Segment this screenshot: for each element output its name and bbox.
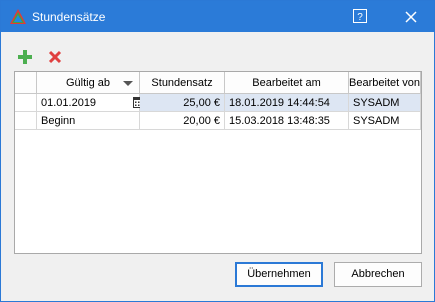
column-header-label: Bearbeitet von xyxy=(349,77,420,89)
rates-grid: Gültig ab Stundensatz Bearbeitet am Bear… xyxy=(14,71,422,254)
row-indicator[interactable] xyxy=(15,94,37,112)
table-row[interactable]: Beginn 20,00 € 15.03.2018 13:48:35 SYSAD… xyxy=(15,112,421,130)
close-icon[interactable] xyxy=(402,8,420,26)
cell-bearbeitet-von[interactable]: SYSADM xyxy=(349,112,421,130)
column-header-label: Gültig ab xyxy=(65,77,111,89)
dialog-window: Stundensätze ? Gültig ab Stundensatz Bea… xyxy=(0,0,435,302)
plus-icon[interactable] xyxy=(17,49,33,65)
help-label: ? xyxy=(357,12,363,23)
column-header-bearbeitet-am[interactable]: Bearbeitet am xyxy=(225,72,349,94)
column-header-gueltig-ab[interactable]: Gültig ab xyxy=(37,72,140,94)
column-header-label: Bearbeitet am xyxy=(252,77,321,89)
apply-button[interactable]: Übernehmen xyxy=(235,262,323,287)
cell-stundensatz[interactable]: 20,00 € xyxy=(140,112,225,130)
window-title: Stundensätze xyxy=(32,10,106,24)
cell-gueltig-ab: 01.01.2019 xyxy=(41,97,97,109)
cell-bearbeitet-am[interactable]: 15.03.2018 13:48:35 xyxy=(225,112,349,130)
column-header-bearbeitet-von[interactable]: Bearbeitet von xyxy=(349,72,421,94)
date-input[interactable]: 01.01.2019 xyxy=(37,94,144,112)
row-indicator[interactable] xyxy=(15,112,37,130)
cell-bearbeitet-am[interactable]: 18.01.2019 14:44:54 xyxy=(225,94,349,112)
cell-gueltig-ab[interactable]: Beginn xyxy=(37,112,140,130)
column-header-stundensatz[interactable]: Stundensatz xyxy=(140,72,225,94)
cell-stundensatz[interactable]: 25,00 € xyxy=(140,94,225,112)
row-indicator-header xyxy=(15,72,37,94)
table-row[interactable]: 01.01.2019 25,00 € 18.01.2019 14:44:54 S… xyxy=(15,94,421,112)
cancel-button[interactable]: Abbrechen xyxy=(334,262,422,287)
column-header-label: Stundensatz xyxy=(151,77,213,89)
title-bar[interactable]: Stundensätze ? xyxy=(1,1,434,32)
x-icon[interactable] xyxy=(47,49,63,65)
app-logo-icon xyxy=(10,9,26,24)
help-icon[interactable]: ? xyxy=(353,9,367,23)
cell-bearbeitet-von[interactable]: SYSADM xyxy=(349,94,421,112)
chevron-down-icon xyxy=(123,81,133,86)
